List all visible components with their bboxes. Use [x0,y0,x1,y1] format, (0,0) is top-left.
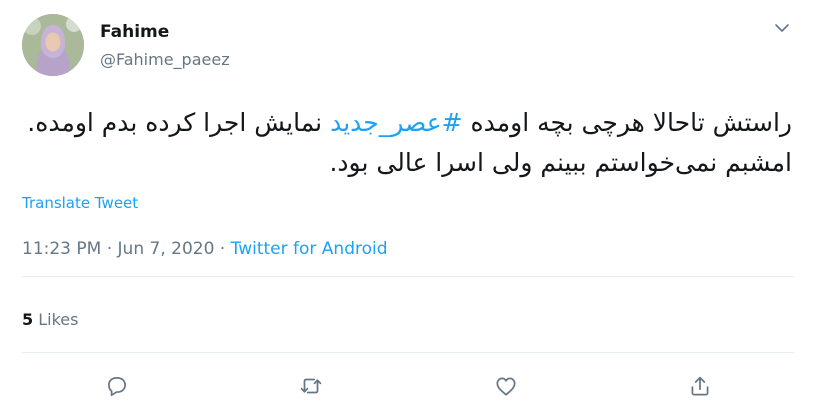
avatar[interactable] [22,14,84,76]
translate-tweet-link[interactable]: Translate Tweet [22,194,138,212]
tweet-source[interactable]: Twitter for Android [231,239,388,259]
likes-label: Likes [33,310,79,329]
reply-icon[interactable] [104,373,130,399]
tweet-text-part: راستش تاحالا هرچی بچه اومده [462,108,792,137]
tweet-text: راستش تاحالا هرچی بچه اومده #عصر_جدید نم… [12,103,792,183]
chevron-down-icon[interactable] [772,18,792,38]
divider [22,276,794,277]
tweet-date[interactable]: Jun 7, 2020 [118,239,215,259]
divider [22,352,794,353]
meta-separator: · [101,239,118,259]
share-icon[interactable] [687,373,713,399]
tweet-meta: 11:23 PM · Jun 7, 2020 · Twitter for And… [22,239,388,259]
user-handle[interactable]: @Fahime_paeez [100,50,230,69]
retweet-icon[interactable] [298,373,324,399]
meta-separator: · [214,239,231,259]
likes-count: 5 [22,310,34,329]
hashtag-link[interactable]: #عصر_جدید [330,108,463,137]
tweet-time[interactable]: 11:23 PM [22,239,101,259]
like-icon[interactable] [493,373,519,399]
likes-stat[interactable]: 5 Likes [22,310,78,329]
display-name[interactable]: Fahime [100,22,169,42]
